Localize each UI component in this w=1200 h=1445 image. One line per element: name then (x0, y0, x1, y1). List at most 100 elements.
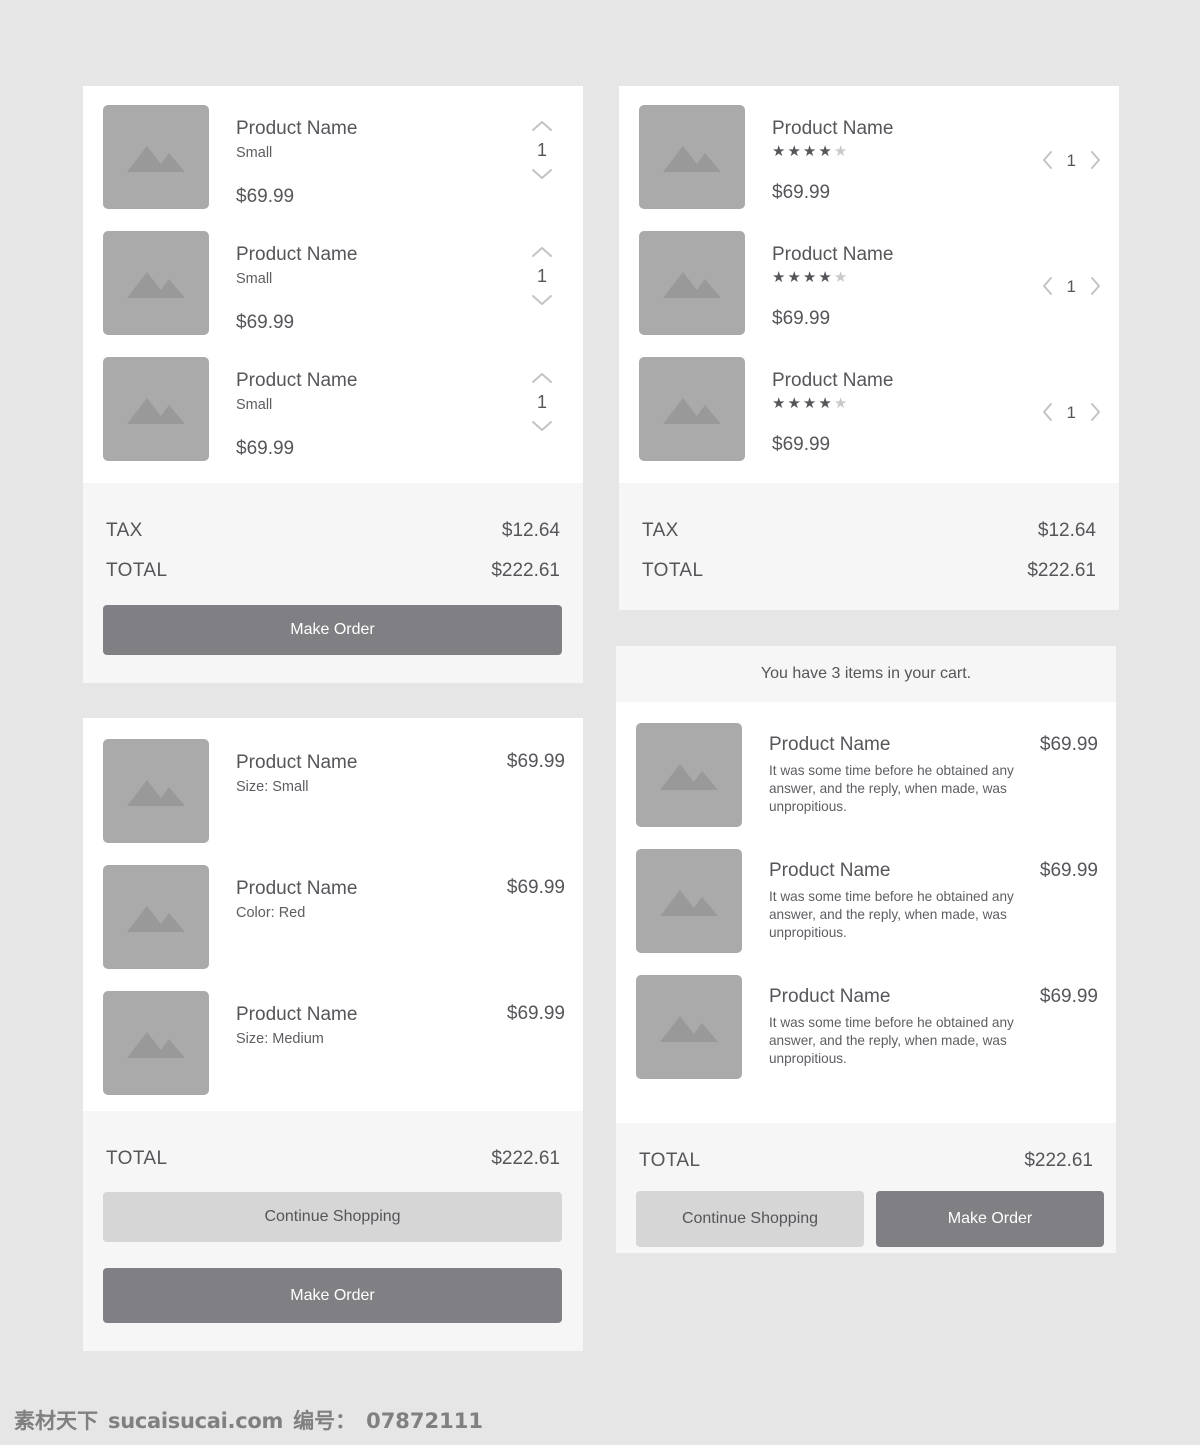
make-order-button[interactable]: Make Order (876, 1191, 1104, 1247)
image-placeholder-icon (639, 357, 745, 461)
table-row[interactable]: Product Name ★★★★★ $69.99 1 (639, 105, 1101, 209)
product-description: It was some time before he obtained any … (769, 1014, 1014, 1067)
quantity-value: 1 (536, 140, 547, 160)
product-price: $69.99 (506, 1003, 565, 1024)
image-placeholder-icon (103, 231, 209, 335)
table-row[interactable]: Product Name Size: Small $69.99 (103, 739, 565, 843)
product-description: It was some time before he obtained any … (769, 762, 1014, 815)
product-name: Product Name (772, 118, 894, 139)
chevron-right-icon[interactable] (1089, 150, 1101, 170)
product-name: Product Name (769, 860, 891, 881)
watermark-site: sucaisucai.com (108, 1409, 284, 1433)
table-row[interactable]: Product Name Size: Medium $69.99 (103, 991, 565, 1095)
quantity-stepper[interactable]: 1 (1042, 231, 1101, 296)
tax-line: TAX $12.64 (106, 520, 560, 542)
watermark-id-label: 编号： (293, 1409, 357, 1433)
continue-shopping-button[interactable]: Continue Shopping (636, 1191, 864, 1247)
tax-value: $12.64 (1037, 520, 1096, 541)
product-name: Product Name (236, 878, 358, 899)
cart-card-stepper: Product Name Small $69.99 1 Product Name… (83, 86, 583, 683)
make-order-button[interactable]: Make Order (103, 605, 562, 655)
table-row[interactable]: Product Name $69.99 It was some time bef… (636, 975, 1098, 1079)
table-row[interactable]: Product Name ★★★★★ $69.99 1 (639, 357, 1101, 461)
total-value: $222.61 (1024, 1150, 1093, 1171)
make-order-button[interactable]: Make Order (103, 1268, 562, 1323)
quantity-value: 1 (536, 392, 547, 412)
product-variant: Small (236, 396, 273, 413)
rating-stars: ★★★★★ (772, 270, 1042, 285)
product-details: Product Name Size: Small $69.99 (236, 739, 565, 795)
star-filled-icon: ★ (787, 142, 803, 160)
cart-stepper-items: Product Name Small $69.99 1 Product Name… (83, 86, 583, 483)
total-value: $222.61 (491, 560, 560, 581)
total-label: TOTAL (106, 1148, 168, 1169)
tax-label: TAX (642, 520, 679, 541)
chevron-left-icon[interactable] (1042, 276, 1054, 296)
image-placeholder-icon (636, 723, 742, 827)
table-row[interactable]: Product Name Small $69.99 1 (103, 105, 565, 209)
cart-card-variants: Product Name Size: Small $69.99 Product … (83, 718, 583, 1351)
product-details: Product Name ★★★★★ $69.99 (772, 357, 1042, 456)
continue-shopping-button[interactable]: Continue Shopping (103, 1192, 562, 1242)
chevron-left-icon[interactable] (1042, 150, 1054, 170)
quantity-stepper[interactable]: 1 (1042, 357, 1101, 422)
product-details: Product Name $69.99 It was some time bef… (769, 975, 1098, 1069)
product-price: $69.99 (1039, 986, 1098, 1007)
chevron-down-icon[interactable] (531, 168, 553, 180)
total-line: TOTAL $222.61 (106, 560, 560, 582)
table-row[interactable]: Product Name $69.99 It was some time bef… (636, 723, 1098, 827)
image-placeholder-icon (639, 105, 745, 209)
watermark-id-value: 07872111 (366, 1409, 483, 1433)
product-variant: Small (236, 144, 273, 161)
table-row[interactable]: Product Name Color: Red $69.99 (103, 865, 565, 969)
product-details: Product Name ★★★★★ $69.99 (772, 105, 1042, 204)
cart-count-banner: You have 3 items in your cart. (616, 646, 1116, 702)
chevron-right-icon[interactable] (1089, 402, 1101, 422)
screen-root: Product Name Small $69.99 1 Product Name… (0, 0, 1200, 1445)
table-row[interactable]: Product Name Small $69.99 1 (103, 231, 565, 335)
chevron-up-icon[interactable] (531, 372, 553, 384)
star-filled-icon: ★ (802, 268, 819, 286)
product-name: Product Name (236, 244, 358, 265)
table-row[interactable]: Product Name Small $69.99 1 (103, 357, 565, 461)
image-placeholder-icon (103, 739, 209, 843)
quantity-stepper[interactable]: 1 (519, 357, 565, 432)
product-text-block: Product Name Size: Small (236, 751, 357, 795)
star-filled-icon: ★ (802, 142, 819, 160)
product-name: Product Name (769, 734, 891, 755)
star-filled-icon: ★ (818, 268, 834, 286)
product-text-block: Product Name Size: Medium (236, 1003, 357, 1047)
chevron-up-icon[interactable] (531, 120, 553, 132)
cart-rating-items: Product Name ★★★★★ $69.99 1 Product Name… (619, 86, 1119, 483)
total-line: TOTAL $222.61 (639, 1150, 1093, 1172)
chevron-up-icon[interactable] (531, 246, 553, 258)
product-price: $69.99 (1039, 860, 1098, 881)
star-empty-icon: ★ (833, 268, 850, 286)
tax-label: TAX (106, 520, 143, 541)
cart-summary-footer: TOTAL $222.61 Continue Shopping Make Ord… (616, 1123, 1116, 1253)
product-title-row: Product Name $69.99 (769, 733, 1098, 757)
table-row[interactable]: Product Name $69.99 It was some time bef… (636, 849, 1098, 953)
watermark: 素材天下 sucaisucai.com 编号： 07872111 (14, 1405, 483, 1435)
product-details: Product Name Small $69.99 (236, 105, 519, 208)
table-row[interactable]: Product Name ★★★★★ $69.99 1 (639, 231, 1101, 335)
total-label: TOTAL (639, 1150, 701, 1171)
chevron-down-icon[interactable] (531, 294, 553, 306)
cart-variants-summary: TOTAL $222.61 Continue Shopping Make Ord… (83, 1111, 583, 1351)
product-price: $69.99 (772, 181, 831, 203)
product-name: Product Name (769, 986, 891, 1007)
product-variant: Small (236, 270, 273, 287)
quantity-stepper[interactable]: 1 (519, 105, 565, 180)
quantity-stepper[interactable]: 1 (519, 231, 565, 306)
product-title-row: Product Name $69.99 (769, 985, 1098, 1009)
total-value: $222.61 (1027, 560, 1096, 581)
product-price: $69.99 (236, 437, 295, 459)
product-details: Product Name $69.99 It was some time bef… (769, 723, 1098, 817)
quantity-stepper[interactable]: 1 (1042, 105, 1101, 170)
cart-card-summary: You have 3 items in your cart. Product N… (616, 646, 1116, 1253)
product-price: $69.99 (506, 877, 565, 898)
chevron-down-icon[interactable] (531, 420, 553, 432)
image-placeholder-icon (639, 231, 745, 335)
chevron-right-icon[interactable] (1089, 276, 1101, 296)
chevron-left-icon[interactable] (1042, 402, 1054, 422)
